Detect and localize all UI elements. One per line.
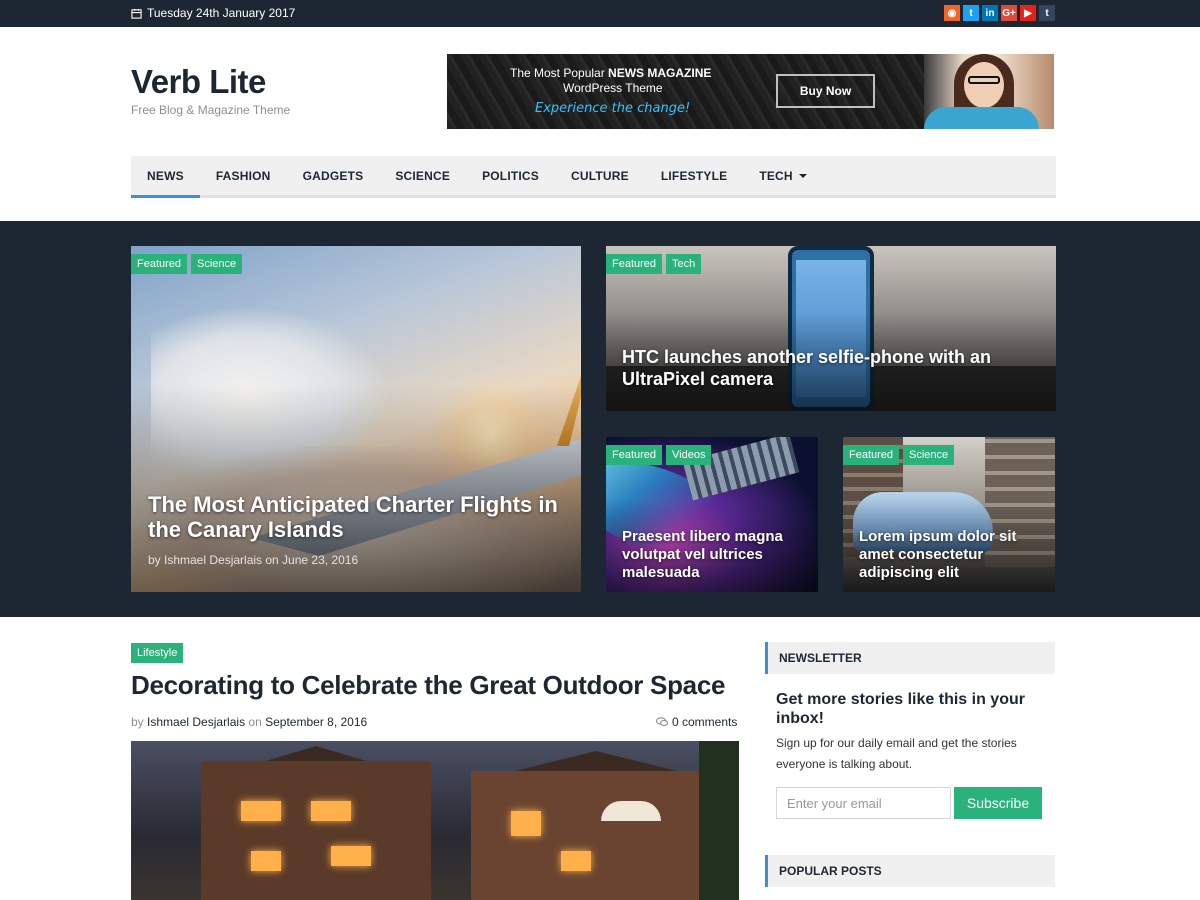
post-comments-count: 0 comments	[672, 715, 738, 729]
banner-headline-prefix: The Most Popular	[510, 66, 609, 80]
social-links: ◉ t in G+ ▶ t	[944, 5, 1055, 21]
featured-card-car[interactable]: Featured Science Lorem ipsum dolor sit a…	[843, 437, 1055, 592]
nav-item-gadgets[interactable]: GADGETS	[287, 156, 380, 196]
comments-icon	[656, 717, 668, 727]
post-image-window	[311, 801, 351, 821]
post-author[interactable]: Ishmael Desjarlais	[147, 715, 245, 729]
tag-tech[interactable]: Tech	[666, 254, 702, 274]
post-meta: by Ishmael Desjarlais on September 8, 20…	[131, 715, 367, 729]
nav-item-news[interactable]: NEWS	[131, 156, 200, 198]
site-tagline: Free Blog & Magazine Theme	[131, 103, 291, 117]
subscribe-button[interactable]: Subscribe	[954, 787, 1042, 819]
tag-featured[interactable]: Featured	[131, 254, 188, 274]
nav-item-lifestyle[interactable]: LIFESTYLE	[645, 156, 743, 196]
post-image[interactable]	[131, 741, 739, 900]
site-title[interactable]: Verb Lite	[131, 63, 266, 101]
card-title[interactable]: The Most Anticipated Charter Flights in …	[148, 492, 568, 542]
post-on-label: on	[248, 715, 262, 729]
youtube-icon[interactable]: ▶	[1020, 5, 1036, 21]
tag-featured[interactable]: Featured	[843, 445, 900, 465]
tag-featured[interactable]: Featured	[606, 445, 663, 465]
nav-item-culture[interactable]: CULTURE	[555, 156, 645, 196]
post-category: Lifestyle	[131, 643, 187, 663]
post-image-window	[241, 801, 281, 821]
card-tags: Featured Videos	[606, 445, 715, 465]
post-image-window	[251, 851, 281, 871]
post-image-window	[561, 851, 591, 871]
nav-item-tech[interactable]: TECH	[743, 156, 822, 196]
post-image-window	[331, 846, 371, 866]
card-tags: Featured Science	[843, 445, 958, 465]
featured-card-space[interactable]: Featured Videos Praesent libero magna vo…	[606, 437, 818, 592]
banner-headline: The Most Popular NEWS MAGAZINE	[510, 66, 711, 80]
banner-headline-bold: NEWS MAGAZINE	[608, 66, 712, 80]
post-image-house-right	[471, 771, 721, 900]
post-image-house-left	[201, 761, 431, 900]
ad-banner[interactable]: The Most Popular NEWS MAGAZINE WordPress…	[447, 54, 1054, 129]
rss-icon[interactable]: ◉	[944, 5, 960, 21]
calendar-icon	[131, 8, 142, 19]
post-date[interactable]: September 8, 2016	[265, 715, 367, 729]
card-title[interactable]: Lorem ipsum dolor sit amet consectetur a…	[859, 528, 1044, 582]
banner-model-image	[924, 54, 1054, 129]
newsletter-email-input[interactable]	[776, 787, 951, 819]
date-text: Tuesday 24th January 2017	[147, 6, 296, 20]
buy-now-button[interactable]: Buy Now	[776, 74, 875, 108]
popular-posts-heading: POPULAR POSTS	[765, 855, 1055, 887]
twitter-icon[interactable]: t	[963, 5, 979, 21]
banner-model-face	[964, 62, 1004, 108]
card-meta: by Ishmael Desjarlais on June 23, 2016	[148, 553, 359, 567]
post-image-trees	[699, 741, 739, 900]
newsletter-description: Sign up for our daily email and get the …	[776, 736, 1017, 771]
nav-item-fashion[interactable]: FASHION	[200, 156, 287, 196]
banner-model-glasses	[968, 76, 1000, 84]
card-title[interactable]: HTC launches another selfie-phone with a…	[622, 346, 1042, 390]
nav-item-tech-label: TECH	[759, 169, 793, 183]
banner-model-shirt	[924, 107, 1039, 129]
tag-science[interactable]: Science	[191, 254, 243, 274]
nav-item-science[interactable]: SCIENCE	[379, 156, 466, 196]
card-tags: Featured Tech	[606, 254, 705, 274]
banner-slogan: Experience the change!	[535, 101, 691, 116]
post-by-label: by	[131, 715, 144, 729]
tag-featured[interactable]: Featured	[606, 254, 663, 274]
featured-card-main[interactable]: Featured Science The Most Anticipated Ch…	[131, 246, 581, 592]
featured-section: Featured Science The Most Anticipated Ch…	[0, 221, 1200, 617]
top-bar: Tuesday 24th January 2017 ◉ t in G+ ▶ t	[0, 0, 1200, 27]
post-title[interactable]: Decorating to Celebrate the Great Outdoo…	[131, 670, 725, 701]
tumblr-icon[interactable]: t	[1039, 5, 1055, 21]
newsletter-heading: NEWSLETTER	[765, 642, 1055, 674]
linkedin-icon[interactable]: in	[982, 5, 998, 21]
post-image-umbrella	[601, 801, 661, 821]
featured-card-phone[interactable]: Featured Tech HTC launches another selfi…	[606, 246, 1056, 411]
nav-item-politics[interactable]: POLITICS	[466, 156, 555, 196]
main-nav: NEWS FASHION GADGETS SCIENCE POLITICS CU…	[131, 156, 1056, 198]
tag-science[interactable]: Science	[903, 445, 955, 465]
tag-videos[interactable]: Videos	[666, 445, 712, 465]
current-date: Tuesday 24th January 2017	[131, 6, 295, 20]
googleplus-icon[interactable]: G+	[1001, 5, 1017, 21]
chevron-down-icon	[798, 174, 807, 178]
newsletter-title: Get more stories like this in your inbox…	[776, 691, 1025, 727]
card-title[interactable]: Praesent libero magna volutpat vel ultri…	[622, 528, 807, 582]
post-comments-link[interactable]: 0 comments	[656, 715, 737, 729]
banner-subline: WordPress Theme	[563, 81, 663, 95]
tag-lifestyle[interactable]: Lifestyle	[131, 643, 184, 663]
post-image-window	[511, 811, 541, 836]
card-tags: Featured Science	[131, 254, 246, 274]
